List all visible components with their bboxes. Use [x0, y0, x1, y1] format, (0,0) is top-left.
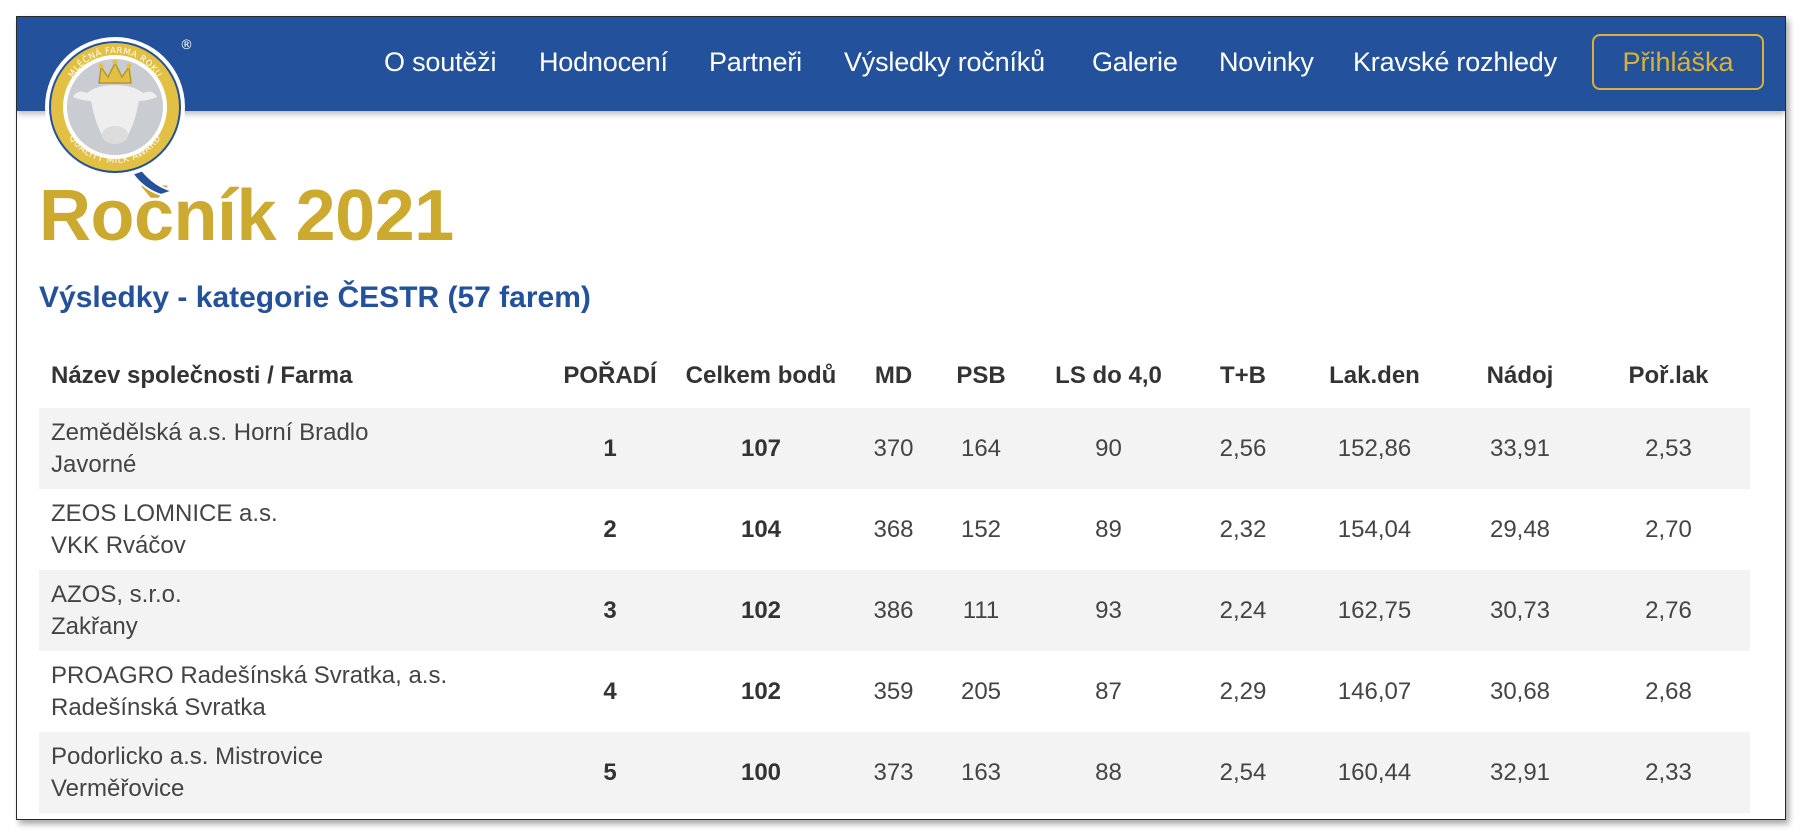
cell-name: Zemědělská a.s. Horní Bradlo Javorné: [39, 408, 550, 489]
cell-tb: 2,29: [1190, 651, 1296, 732]
cell-lak-den: 160,44: [1296, 732, 1453, 813]
cell-psb: 164: [935, 408, 1027, 489]
company-name: Podorlicko a.s. Mistrovice: [51, 742, 324, 770]
nav-item-hodnoceni[interactable]: Hodnocení: [539, 47, 668, 78]
col-header-name: Název společnosti / Farma: [51, 361, 353, 389]
cell-ls: 89: [1027, 489, 1190, 570]
cell-total: 102: [670, 651, 852, 732]
cell-rank: 5: [550, 732, 670, 813]
cell-tb: 2,54: [1190, 732, 1296, 813]
cell-total: 107: [670, 408, 852, 489]
nav-item-partneri[interactable]: Partneři: [709, 47, 802, 78]
table-row: Podorlicko a.s. Mistrovice Verměřovice 5 …: [39, 732, 1750, 813]
cell-md: 368: [852, 489, 935, 570]
col-header-ls: LS do 4,0: [1055, 361, 1162, 389]
cell-por-lak: 2,53: [1587, 408, 1750, 489]
cell-md: 370: [852, 408, 935, 489]
results-subtitle: Výsledky - kategorie ČESTR (57 farem): [39, 281, 591, 314]
cell-total: 100: [670, 732, 852, 813]
farm-name: Javorné: [51, 450, 137, 478]
cell-nadoj: 33,91: [1453, 408, 1587, 489]
cell-psb: 205: [935, 651, 1027, 732]
farm-name: Radešínská Svratka: [51, 693, 266, 721]
col-header-poradi: POŘADÍ: [563, 361, 657, 389]
nav-item-novinky[interactable]: Novinky: [1219, 47, 1314, 78]
site-logo[interactable]: MLÉČNÁ FARMA ROKU QUALITY MILK AWARD ®: [37, 27, 197, 197]
cell-por-lak: 2,70: [1587, 489, 1750, 570]
cell-por-lak: 2,68: [1587, 651, 1750, 732]
cell-psb: 111: [935, 570, 1027, 651]
cell-lak-den: 146,07: [1296, 651, 1453, 732]
farm-name: Zakřany: [51, 612, 138, 640]
nav-item-vysledky-rocniku[interactable]: Výsledky ročníků: [844, 47, 1045, 78]
col-header-nadoj: Nádoj: [1486, 361, 1554, 389]
cell-por-lak: 2,76: [1587, 570, 1750, 651]
farm-name: Verměřovice: [51, 774, 185, 802]
cell-tb: 2,24: [1190, 570, 1296, 651]
table-row: PROAGRO Radešínská Svratka, a.s. Radešíns…: [39, 651, 1750, 732]
cell-nadoj: 30,68: [1453, 651, 1587, 732]
cell-nadoj: 29,48: [1453, 489, 1587, 570]
cell-md: 386: [852, 570, 935, 651]
col-header-md: MD: [874, 361, 913, 389]
cell-por-lak: 2,33: [1587, 732, 1750, 813]
cell-md: 373: [852, 732, 935, 813]
cell-lak-den: 154,04: [1296, 489, 1453, 570]
cell-name: Podorlicko a.s. Mistrovice Verměřovice: [39, 732, 550, 813]
table-header-row: Název společnosti / Farma POŘADÍ Celkem …: [39, 343, 1750, 408]
cell-rank: 1: [550, 408, 670, 489]
cell-psb: 163: [935, 732, 1027, 813]
cell-nadoj: 30,73: [1453, 570, 1587, 651]
nav-item-galerie[interactable]: Galerie: [1092, 47, 1178, 78]
cell-lak-den: 152,86: [1296, 408, 1453, 489]
cell-rank: 3: [550, 570, 670, 651]
cell-tb: 2,32: [1190, 489, 1296, 570]
cell-ls: 90: [1027, 408, 1190, 489]
cell-name: ZEOS LOMNICE a.s. VKK Rváčov: [39, 489, 550, 570]
cell-tb: 2,56: [1190, 408, 1296, 489]
cell-md: 359: [852, 651, 935, 732]
main-nav: O soutěži Hodnocení Partneři Výsledky ro…: [17, 17, 1785, 111]
col-header-tb: T+B: [1219, 361, 1266, 389]
logo-emblem-icon: MLÉČNÁ FARMA ROKU QUALITY MILK AWARD ®: [45, 37, 193, 197]
col-header-por-lak: Poř.lak: [1628, 361, 1709, 389]
cell-rank: 4: [550, 651, 670, 732]
cell-name: AZOS, s.r.o. Zakřany: [39, 570, 550, 651]
company-name: AZOS, s.r.o.: [51, 580, 182, 608]
nav-item-kravske-rozhledy[interactable]: Kravské rozhledy: [1353, 47, 1557, 78]
registered-mark: ®: [180, 38, 193, 53]
cell-total: 102: [670, 570, 852, 651]
table-row: Zemědělská a.s. Horní Bradlo Javorné 1 10…: [39, 408, 1750, 489]
col-header-celkem-bodu: Celkem bodů: [685, 361, 837, 389]
cell-nadoj: 32,91: [1453, 732, 1587, 813]
cell-name: PROAGRO Radešínská Svratka, a.s. Radešíns…: [39, 651, 550, 732]
prihlaska-button[interactable]: Přihláška: [1592, 34, 1764, 90]
page-frame: O soutěži Hodnocení Partneři Výsledky ro…: [16, 16, 1786, 820]
table-row: ZEOS LOMNICE a.s. VKK Rváčov 2 104 368 15…: [39, 489, 1750, 570]
nav-item-o-soutezi[interactable]: O soutěži: [384, 47, 496, 78]
results-table: Název společnosti / Farma POŘADÍ Celkem …: [39, 343, 1750, 813]
cell-total: 104: [670, 489, 852, 570]
company-name: Zemědělská a.s. Horní Bradlo: [51, 418, 369, 446]
col-header-lak-den: Lak.den: [1329, 361, 1420, 389]
cell-ls: 88: [1027, 732, 1190, 813]
cell-ls: 93: [1027, 570, 1190, 651]
company-name: ZEOS LOMNICE a.s.: [51, 499, 278, 527]
cell-psb: 152: [935, 489, 1027, 570]
cell-ls: 87: [1027, 651, 1190, 732]
cell-lak-den: 162,75: [1296, 570, 1453, 651]
company-name: PROAGRO Radešínská Svratka, a.s.: [51, 661, 448, 689]
site-header: O soutěži Hodnocení Partneři Výsledky ro…: [17, 17, 1785, 111]
col-header-psb: PSB: [956, 361, 1006, 389]
farm-name: VKK Rváčov: [51, 531, 186, 559]
cell-rank: 2: [550, 489, 670, 570]
table-row: AZOS, s.r.o. Zakřany 3 102 386 111 93 2,2…: [39, 570, 1750, 651]
